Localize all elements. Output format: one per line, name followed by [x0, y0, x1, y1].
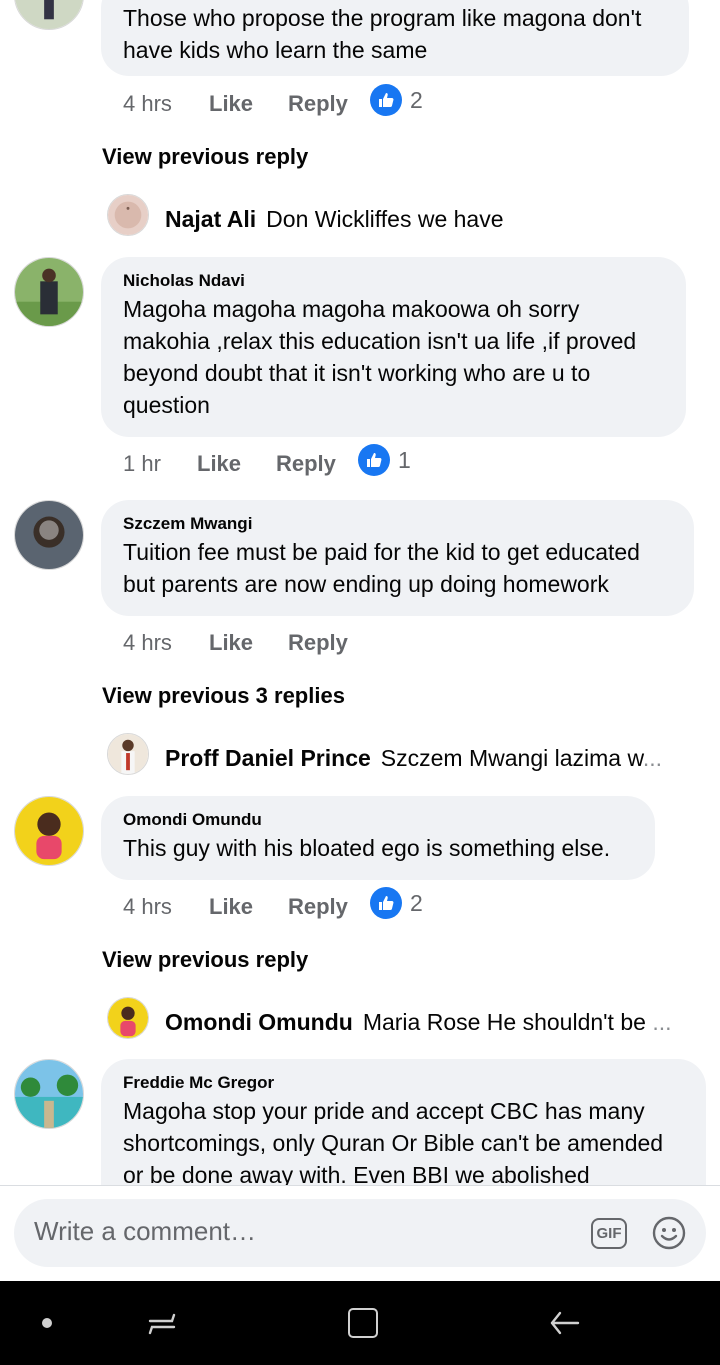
comment-bubble[interactable]: Those who propose the program like magon…	[101, 0, 689, 76]
reaction-summary[interactable]: 2	[370, 887, 423, 919]
reply-author: Najat Ali	[165, 206, 257, 232]
reaction-summary[interactable]: 2	[370, 84, 423, 116]
reply-button[interactable]: Reply	[288, 630, 348, 656]
emoji-icon[interactable]	[652, 1216, 686, 1250]
reply-text: Don Wickliffes we have	[266, 206, 504, 232]
reply-text: Maria Rose He shouldn't be	[362, 1009, 646, 1035]
avatar[interactable]	[14, 0, 84, 30]
avatar[interactable]	[107, 194, 149, 236]
reaction-summary[interactable]: 1	[358, 444, 411, 476]
like-button[interactable]: Like	[209, 894, 253, 920]
comment-time[interactable]: 4 hrs	[123, 630, 172, 656]
reply-ellipsis: ...	[652, 1009, 672, 1035]
like-reaction-icon	[370, 887, 402, 919]
reply-preview[interactable]: Omondi Omundu Maria Rose He shouldn't be …	[165, 1009, 671, 1036]
avatar[interactable]	[14, 257, 84, 327]
comment-text: This guy with his bloated ego is somethi…	[123, 835, 611, 861]
reply-button[interactable]: Reply	[288, 91, 348, 117]
comment-text: Tuition fee must be paid for the kid to …	[123, 539, 640, 597]
comment-time[interactable]: 1 hr	[123, 451, 161, 477]
comment-bubble[interactable]: Nicholas Ndavi Magoha magoha magoha mako…	[101, 257, 686, 437]
comment-author[interactable]: Omondi Omundu	[123, 810, 633, 830]
like-button[interactable]: Like	[209, 630, 253, 656]
comment-text: Those who propose the program like magon…	[123, 5, 642, 63]
home-dot-icon[interactable]	[42, 1318, 52, 1328]
gif-label: GIF	[596, 1225, 622, 1242]
avatar[interactable]	[14, 1059, 84, 1129]
like-button[interactable]: Like	[197, 451, 241, 477]
like-reaction-icon	[358, 444, 390, 476]
recents-icon[interactable]	[146, 1307, 178, 1339]
like-button[interactable]: Like	[209, 91, 253, 117]
comment-author[interactable]: Nicholas Ndavi	[123, 271, 664, 291]
reaction-count: 2	[410, 86, 423, 113]
reply-author: Omondi Omundu	[165, 1009, 353, 1035]
reply-button[interactable]: Reply	[288, 894, 348, 920]
comment-author[interactable]: Szczem Mwangi	[123, 514, 672, 534]
comment-text: Magoha stop your pride and accept CBC ha…	[123, 1098, 664, 1188]
like-reaction-icon	[370, 84, 402, 116]
reaction-count: 2	[410, 889, 423, 916]
comment-bubble[interactable]: Szczem Mwangi Tuition fee must be paid f…	[101, 500, 694, 616]
view-previous-replies[interactable]: View previous 3 replies	[102, 683, 345, 709]
comment-time[interactable]: 4 hrs	[123, 894, 172, 920]
view-previous-replies[interactable]: View previous reply	[102, 947, 308, 973]
system-navigation-bar	[0, 1281, 720, 1365]
view-previous-replies[interactable]: View previous reply	[102, 144, 308, 170]
reply-preview[interactable]: Proff Daniel Prince Szczem Mwangi lazima …	[165, 745, 662, 772]
avatar[interactable]	[14, 500, 84, 570]
back-icon[interactable]	[548, 1307, 580, 1339]
comment-author[interactable]: Freddie Mc Gregor	[123, 1073, 684, 1093]
comment-input-placeholder: Write a comment…	[34, 1216, 257, 1246]
reply-button[interactable]: Reply	[276, 451, 336, 477]
reply-ellipsis: ...	[642, 745, 662, 771]
reply-preview[interactable]: Najat Ali Don Wickliffes we have	[165, 206, 504, 233]
comment-text: Magoha magoha magoha makoowa oh sorry ma…	[123, 296, 637, 418]
comment-bubble[interactable]: Omondi Omundu This guy with his bloated …	[101, 796, 655, 880]
avatar[interactable]	[14, 796, 84, 866]
comment-time[interactable]: 4 hrs	[123, 91, 172, 117]
reply-text: Szczem Mwangi lazima w	[380, 745, 643, 771]
gif-icon[interactable]: GIF	[591, 1218, 627, 1249]
avatar[interactable]	[107, 997, 149, 1039]
avatar[interactable]	[107, 733, 149, 775]
reply-author: Proff Daniel Prince	[165, 745, 371, 771]
overview-icon[interactable]	[348, 1308, 378, 1338]
reaction-count: 1	[398, 446, 411, 473]
